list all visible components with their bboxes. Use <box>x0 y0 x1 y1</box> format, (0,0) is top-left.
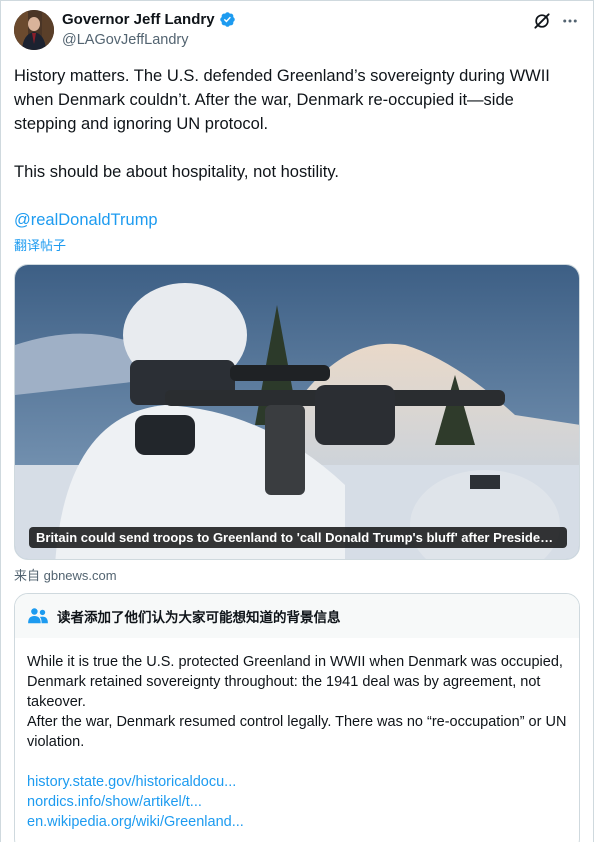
community-note-text: While it is true the U.S. protected Gree… <box>27 654 563 710</box>
verified-badge-icon <box>219 12 235 27</box>
tweet-paragraph: This should be about hospitality, not ho… <box>14 163 339 181</box>
mention-link[interactable]: @realDonaldTrump <box>14 211 158 229</box>
note-source-link[interactable]: en.wikipedia.org/wiki/Greenland... <box>27 812 567 832</box>
grok-icon[interactable] <box>532 11 552 31</box>
note-source-link[interactable]: nordics.info/show/artikel/t... <box>27 792 567 812</box>
note-source-link[interactable]: history.state.gov/historicaldocu... <box>27 772 567 792</box>
tweet-text: History matters. The U.S. defended Green… <box>14 64 580 232</box>
tweet-paragraph: History matters. The U.S. defended Green… <box>14 67 550 133</box>
card-source[interactable]: 来自 gbnews.com <box>14 565 117 584</box>
community-note-text: After the war, Denmark resumed control l… <box>27 714 567 750</box>
more-options-icon[interactable] <box>560 12 580 30</box>
card-title[interactable]: Britain could send troops to Greenland t… <box>29 527 567 548</box>
tweet-header: Governor Jeff Landry @LAGovJeffLandry <box>14 10 580 52</box>
link-preview-card[interactable]: Britain could send troops to Greenland t… <box>14 264 580 560</box>
author-avatar[interactable] <box>14 10 54 50</box>
community-note-header: 读者添加了他们认为大家可能想知道的背景信息 <box>15 594 579 638</box>
community-note: 读者添加了他们认为大家可能想知道的背景信息 While it is true t… <box>14 593 580 842</box>
card-image <box>15 265 579 559</box>
avatar-photo <box>14 10 54 50</box>
translate-post-link[interactable]: 翻译帖子 <box>14 235 66 254</box>
author-display-name[interactable]: Governor Jeff Landry <box>62 11 215 28</box>
community-note-title: 读者添加了他们认为大家可能想知道的背景信息 <box>57 610 341 625</box>
author-handle[interactable]: @LAGovJeffLandry <box>62 32 189 48</box>
people-icon <box>28 608 48 624</box>
